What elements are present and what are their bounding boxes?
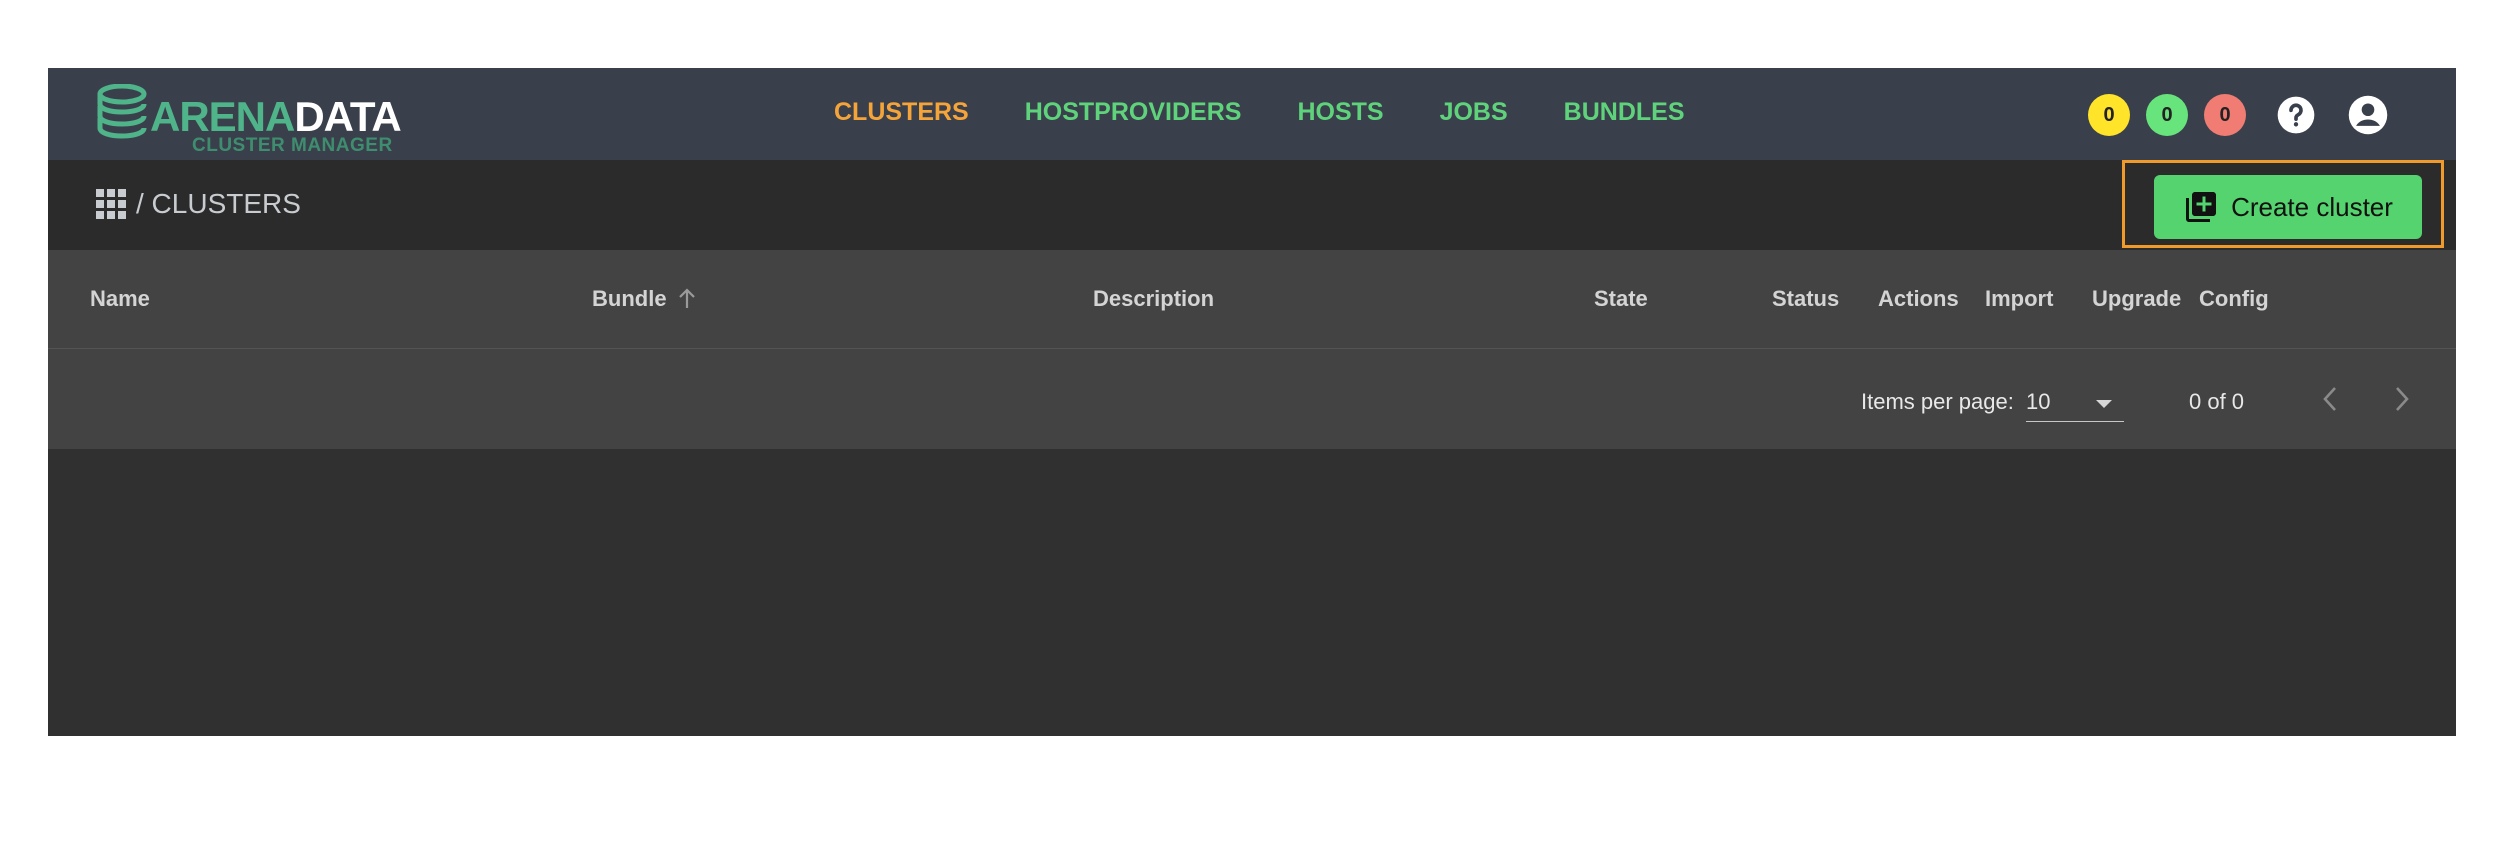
breadcrumb: / CLUSTERS xyxy=(96,188,301,220)
items-per-page-value: 10 xyxy=(2026,389,2051,414)
help-icon xyxy=(2277,96,2315,134)
previous-page-button[interactable] xyxy=(2310,379,2350,419)
page-range-label: 0 of 0 xyxy=(2189,389,2245,414)
breadcrumb-current[interactable]: / CLUSTERS xyxy=(136,188,301,220)
items-per-page-select[interactable]: 10 xyxy=(2026,387,2124,422)
nav-hostproviders[interactable]: HOSTPROVIDERS xyxy=(1025,100,1242,125)
status-badge-red[interactable]: 0 xyxy=(2204,94,2246,136)
status-badge-yellow[interactable]: 0 xyxy=(2088,94,2130,136)
create-cluster-button[interactable]: Create cluster xyxy=(2154,175,2422,239)
table-header: Name Bundle Description State Status Act… xyxy=(48,250,2456,349)
chevron-down-icon xyxy=(2096,400,2112,408)
column-header-description[interactable]: Description xyxy=(1093,288,1214,310)
column-header-config[interactable]: Config xyxy=(2199,288,2269,310)
sort-arrow-up-icon xyxy=(678,288,695,308)
nav-jobs[interactable]: JOBS xyxy=(1440,100,1508,125)
chevron-right-icon xyxy=(2396,387,2409,411)
main-nav: CLUSTERS HOSTPROVIDERS HOSTS JOBS BUNDLE… xyxy=(834,100,1685,125)
next-page-button[interactable] xyxy=(2382,379,2422,419)
account-icon xyxy=(2348,95,2388,135)
help-button[interactable] xyxy=(2274,93,2318,137)
account-button[interactable] xyxy=(2346,93,2390,137)
nav-hosts[interactable]: HOSTS xyxy=(1297,100,1383,125)
nav-clusters[interactable]: CLUSTERS xyxy=(834,100,969,125)
column-header-import[interactable]: Import xyxy=(1985,288,2053,310)
column-header-status[interactable]: Status xyxy=(1772,288,1839,310)
status-badge-green[interactable]: 0 xyxy=(2146,94,2188,136)
nav-bundles[interactable]: BUNDLES xyxy=(1564,100,1685,125)
column-header-state[interactable]: State xyxy=(1594,288,1648,310)
items-per-page-label: Items per page: xyxy=(1861,389,2014,414)
paginator: Items per page: 10 0 of 0 xyxy=(48,349,2456,449)
top-navigation-bar: ARENADATA CLUSTER MANAGER CLUSTERS HOSTP… xyxy=(48,68,2456,160)
column-header-bundle[interactable]: Bundle xyxy=(592,288,697,310)
logo-subtitle: CLUSTER MANAGER xyxy=(192,135,393,156)
top-right-actions: 0 0 0 xyxy=(2088,93,2390,137)
column-header-bundle-label: Bundle xyxy=(592,286,667,311)
logo-wordmark: ARENADATA xyxy=(150,93,402,140)
apps-grid-icon[interactable] xyxy=(96,189,126,219)
chevron-left-icon xyxy=(2323,387,2336,411)
column-header-name[interactable]: Name xyxy=(90,288,150,310)
logo-word-arena: ARENA xyxy=(150,93,295,140)
arenadata-logo[interactable]: ARENADATA CLUSTER MANAGER xyxy=(96,78,416,156)
library-add-icon xyxy=(2186,192,2217,222)
create-cluster-label: Create cluster xyxy=(2231,191,2393,222)
create-button-highlight: Create cluster xyxy=(2122,160,2444,248)
logo-word-data: DATA xyxy=(294,93,401,140)
logo-database-icon xyxy=(97,84,147,139)
app-window: ARENADATA CLUSTER MANAGER CLUSTERS HOSTP… xyxy=(48,68,2456,736)
column-header-actions[interactable]: Actions xyxy=(1878,288,1959,310)
page-header: / CLUSTERS Create cluster xyxy=(48,160,2456,250)
column-header-upgrade[interactable]: Upgrade xyxy=(2092,288,2181,310)
